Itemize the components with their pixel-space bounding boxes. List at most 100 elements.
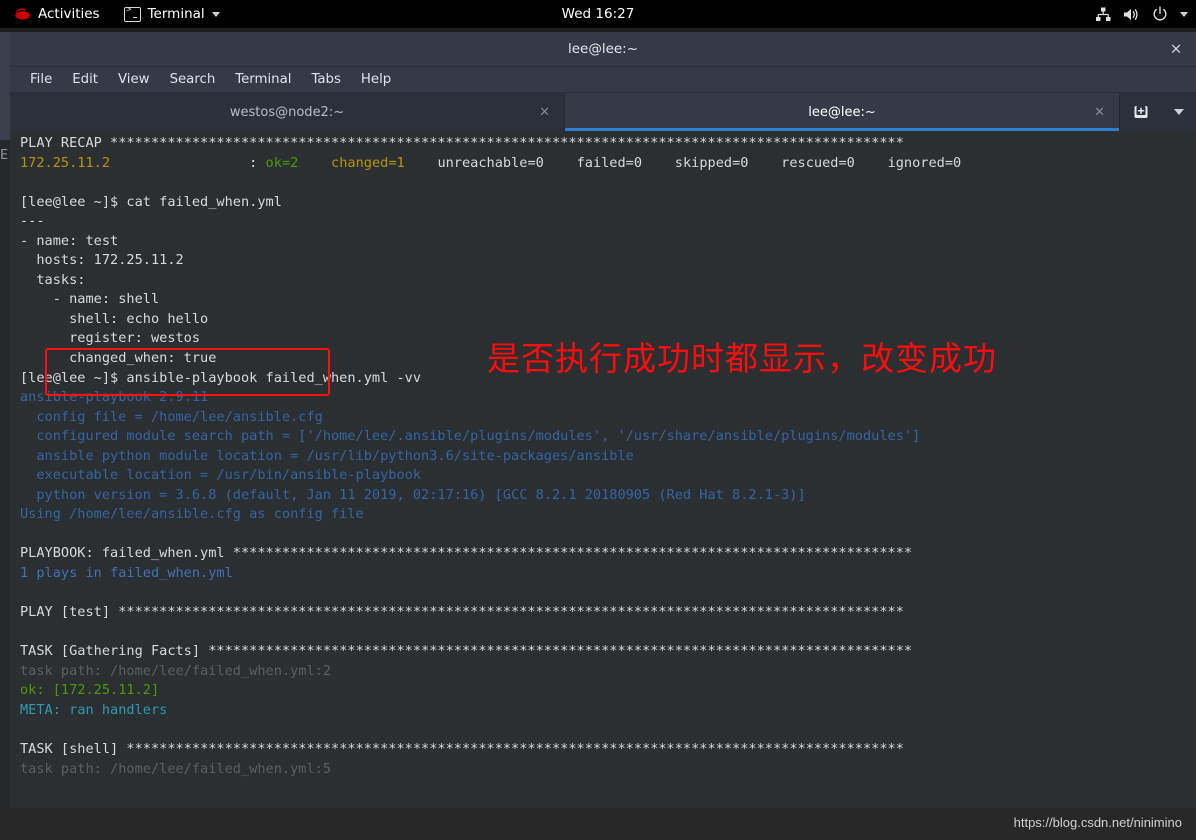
menu-bar: File Edit View Search Terminal Tabs Help xyxy=(10,67,1196,93)
terminal-text: [lee@lee ~]$ cat failed_when.yml xyxy=(20,193,282,210)
top-bar-left-group: Activities Terminal xyxy=(10,4,224,24)
terminal-line: 172.25.11.2 : ok=2 changed=1 unreachable… xyxy=(20,154,1196,174)
tab-label: westos@node2:~ xyxy=(229,104,345,120)
tab-label: lee@lee:~ xyxy=(808,104,876,120)
terminal-text: shell: echo hello xyxy=(20,310,209,327)
new-tab-icon[interactable] xyxy=(1132,103,1150,121)
tab-close-icon[interactable]: × xyxy=(539,105,550,120)
terminal-text: META: ran handlers xyxy=(20,701,168,718)
chinese-annotation-text: 是否执行成功时都显示，改变成功 xyxy=(487,339,997,378)
terminal-text: - name: shell xyxy=(20,291,160,308)
terminal-line: executable location = /usr/bin/ansible-p… xyxy=(20,466,1196,486)
terminal-text: register: westos xyxy=(20,330,201,347)
terminal-line: tasks: xyxy=(20,271,1196,291)
activities-button[interactable]: Activities xyxy=(10,4,104,24)
terminal-line: hosts: 172.25.11.2 xyxy=(20,251,1196,271)
terminal-line: ansible-playbook 2.9.11 xyxy=(20,388,1196,408)
terminal-icon xyxy=(123,5,141,22)
terminal-text: configured module search path = ['/home/… xyxy=(20,428,921,445)
tab-bar: westos@node2:~ × lee@lee:~ × xyxy=(10,93,1196,131)
terminal-text: ****************************************… xyxy=(126,740,904,757)
network-icon xyxy=(1095,7,1111,22)
volume-icon xyxy=(1123,7,1140,22)
activities-label: Activities xyxy=(38,6,100,22)
tab-close-icon[interactable]: × xyxy=(1094,105,1105,120)
menu-terminal[interactable]: Terminal xyxy=(225,70,301,89)
menu-tabs[interactable]: Tabs xyxy=(301,70,350,89)
terminal-line: PLAYBOOK: failed_when.yml **************… xyxy=(20,544,1196,564)
terminal-text: ok: [172.25.11.2] xyxy=(20,682,160,699)
terminal-output[interactable]: PLAY RECAP *****************************… xyxy=(10,131,1196,808)
watermark-text: https://blog.csdn.net/ninimino xyxy=(1013,815,1182,830)
terminal-line: --- xyxy=(20,212,1196,232)
menu-help[interactable]: Help xyxy=(351,70,401,89)
terminal-line: META: ran handlers xyxy=(20,701,1196,721)
terminal-text: --- xyxy=(20,213,45,230)
menu-file[interactable]: File xyxy=(20,70,62,89)
terminal-line: config file = /home/lee/ansible.cfg xyxy=(20,408,1196,428)
terminal-text: 1 plays in failed_when.yml xyxy=(20,565,233,582)
terminal-text: PLAY [test] xyxy=(20,604,119,621)
terminal-text: ****************************************… xyxy=(118,604,904,621)
terminal-line: 1 plays in failed_when.yml xyxy=(20,564,1196,584)
terminal-text: ansible-playbook 2.9.11 xyxy=(20,389,209,406)
terminal-text: PLAYBOOK: failed_when.yml xyxy=(20,545,233,562)
terminal-line: python version = 3.6.8 (default, Jan 11 … xyxy=(20,486,1196,506)
terminal-text: TASK [Gathering Facts] xyxy=(20,643,209,660)
terminal-line: task path: /home/lee/failed_when.yml:2 xyxy=(20,662,1196,682)
terminal-line: configured module search path = ['/home/… xyxy=(20,427,1196,447)
tab-menu-chevron-down-icon[interactable] xyxy=(1174,109,1184,115)
terminal-text: ansible python module location = /usr/li… xyxy=(20,447,634,464)
terminal-line: shell: echo hello xyxy=(20,310,1196,330)
terminal-line: ok: [172.25.11.2] xyxy=(20,681,1196,701)
background-window-body-sliver xyxy=(0,140,10,808)
terminal-text: tasks: xyxy=(20,271,86,288)
menu-view[interactable]: View xyxy=(108,70,160,89)
terminal-text: python version = 3.6.8 (default, Jan 11 … xyxy=(20,486,806,503)
terminal-text: TASK [shell] xyxy=(20,740,127,757)
terminal-line: TASK [shell] ***************************… xyxy=(20,740,1196,760)
background-window-titlebar-sliver xyxy=(0,32,10,140)
terminal-text: unreachable=0 failed=0 skipped=0 rescued… xyxy=(404,154,962,171)
terminal-line: ansible python module location = /usr/li… xyxy=(20,447,1196,467)
gnome-top-bar: Activities Terminal Wed 16:27 xyxy=(0,0,1196,28)
terminal-text: task path: /home/lee/failed_when.yml:2 xyxy=(20,662,331,679)
terminal-line: TASK [Gathering Facts] *****************… xyxy=(20,642,1196,662)
app-menu-terminal[interactable]: Terminal xyxy=(120,4,224,24)
terminal-line: PLAY RECAP *****************************… xyxy=(20,134,1196,154)
terminal-text: ****************************************… xyxy=(208,643,913,660)
window-close-icon[interactable]: × xyxy=(1168,41,1184,57)
footer-bar: https://blog.csdn.net/ninimino xyxy=(0,808,1196,840)
terminal-text: ok=2 xyxy=(265,154,299,171)
tab-tools xyxy=(1120,93,1196,131)
terminal-line: - name: test xyxy=(20,232,1196,252)
screen-root: Activities Terminal Wed 16:27 xyxy=(0,0,1196,840)
redhat-logo-icon xyxy=(14,7,31,21)
power-icon xyxy=(1152,6,1168,22)
terminal-text: - name: test xyxy=(20,232,119,249)
menu-search[interactable]: Search xyxy=(160,70,226,89)
terminal-text: Using /home/lee/ansible.cfg as config fi… xyxy=(20,506,364,523)
terminal-line: task path: /home/lee/failed_when.yml:5 xyxy=(20,760,1196,780)
system-chevron-down-icon xyxy=(1180,11,1188,17)
menu-edit[interactable]: Edit xyxy=(62,70,108,89)
terminal-text: ****************************************… xyxy=(110,135,904,151)
terminal-text: changed=1 xyxy=(331,154,405,171)
background-window-edge-char: E xyxy=(0,147,9,163)
terminal-text: : xyxy=(110,154,266,171)
tab-lee-lee[interactable]: lee@lee:~ × xyxy=(565,93,1120,131)
system-status-area[interactable] xyxy=(1095,0,1188,28)
tab-westos-node2[interactable]: westos@node2:~ × xyxy=(10,93,565,131)
terminal-text: 172.25.11.2 xyxy=(20,154,111,171)
app-menu-label: Terminal xyxy=(147,6,205,22)
terminal-text: task path: /home/lee/failed_when.yml:5 xyxy=(20,760,331,777)
terminal-line: Using /home/lee/ansible.cfg as config fi… xyxy=(20,505,1196,525)
chevron-down-icon xyxy=(211,11,220,17)
terminal-text: ****************************************… xyxy=(232,545,913,562)
